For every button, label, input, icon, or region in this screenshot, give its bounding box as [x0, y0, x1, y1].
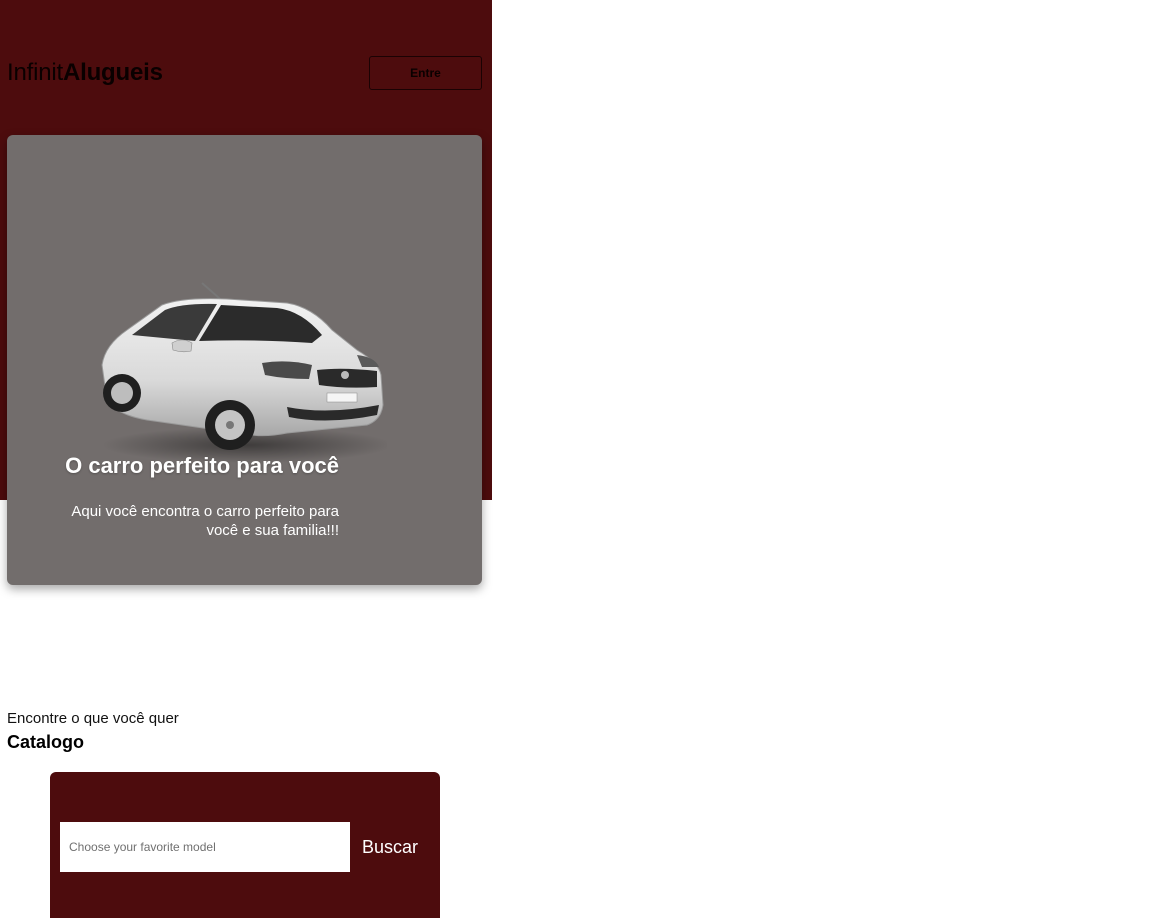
- catalog-title: Catalogo: [7, 732, 85, 752]
- hero-card: O carro perfeito para você Aqui você enc…: [7, 135, 482, 585]
- search-input[interactable]: [60, 822, 350, 872]
- brand-logo[interactable]: InfinitAlugueis: [7, 59, 163, 87]
- logo-text-bold: Alugueis: [62, 59, 163, 86]
- car-image: [101, 282, 387, 463]
- logo-text-light: Infinit: [7, 59, 63, 86]
- page: InfinitAlugueis Entre O carro perfeito p…: [0, 0, 1152, 918]
- hero-title: O carro perfeito para você: [65, 453, 339, 478]
- hero-description: Aqui você encontra o carro perfeito para…: [71, 503, 339, 539]
- catalog-subtitle: Encontre o que você quer: [7, 710, 179, 727]
- login-button[interactable]: Entre: [369, 56, 482, 90]
- search-panel: Buscar: [50, 772, 440, 918]
- search-button[interactable]: Buscar: [350, 822, 430, 872]
